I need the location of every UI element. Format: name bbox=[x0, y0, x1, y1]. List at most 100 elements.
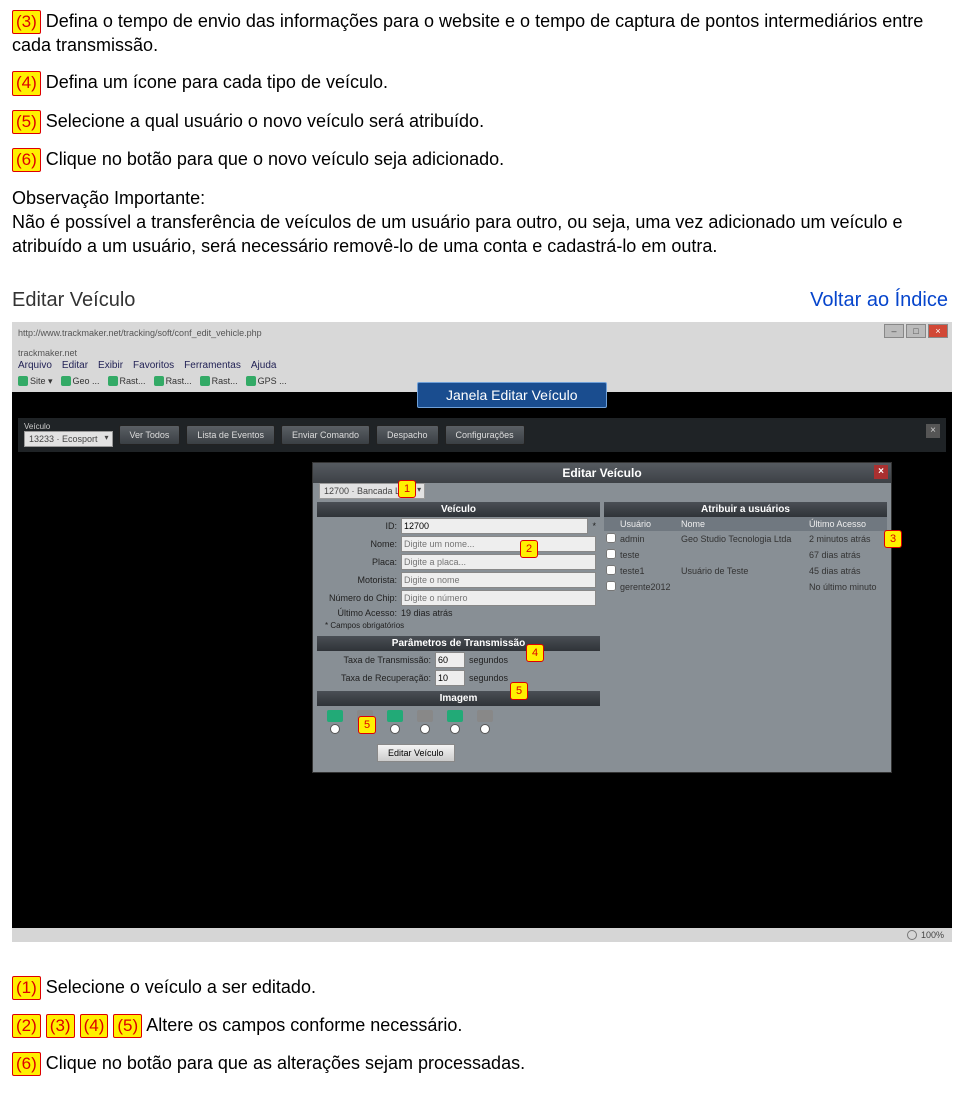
step-num: (2) bbox=[12, 1014, 41, 1038]
radio[interactable] bbox=[330, 724, 340, 734]
step-3: (3) Defina o tempo de envio das informaç… bbox=[12, 10, 948, 57]
browser-tab[interactable]: trackmaker.net bbox=[18, 344, 946, 358]
nome-input[interactable] bbox=[401, 536, 596, 552]
panel-title: Atribuir a usuários bbox=[604, 502, 887, 517]
back-to-index-link[interactable]: Voltar ao Índice bbox=[810, 289, 948, 312]
assign-users-panel: Atribuir a usuários Usuário Nome Último … bbox=[604, 502, 887, 770]
radio[interactable] bbox=[480, 724, 490, 734]
browser-status-bar: 100% bbox=[12, 928, 952, 942]
bookmark[interactable]: Site ▾ bbox=[18, 376, 53, 387]
observation: Observação Importante: Não é possível a … bbox=[12, 186, 948, 259]
bookmark[interactable]: Rast... bbox=[108, 376, 146, 386]
panel-title: Veículo bbox=[317, 502, 600, 517]
chip-input[interactable] bbox=[401, 590, 596, 606]
marker-3: 3 bbox=[884, 530, 902, 548]
bookmark[interactable]: Rast... bbox=[200, 376, 238, 386]
embedded-screenshot: – □ × http://www.trackmaker.net/tracking… bbox=[12, 322, 952, 942]
step-num: (3) bbox=[12, 10, 41, 34]
step-num: (4) bbox=[80, 1014, 109, 1038]
marker-5a: 5 bbox=[510, 682, 528, 700]
bookmark-icon bbox=[200, 376, 210, 386]
table-row: gerente2012No último minuto bbox=[604, 579, 887, 595]
user-checkbox[interactable] bbox=[606, 549, 616, 559]
bookmark[interactable]: Geo ... bbox=[61, 376, 100, 386]
marker-4: 4 bbox=[526, 644, 544, 662]
window-callout-label: Janela Editar Veículo bbox=[417, 382, 607, 408]
marker-1: 1 bbox=[398, 480, 416, 498]
user-checkbox[interactable] bbox=[606, 581, 616, 591]
menu-item[interactable]: Ajuda bbox=[251, 360, 277, 371]
step-5: (5) Selecione a qual usuário o novo veíc… bbox=[12, 110, 948, 134]
step-num: (5) bbox=[113, 1014, 142, 1038]
field-nome: Nome: bbox=[317, 535, 600, 553]
field-placa: Placa: bbox=[317, 553, 600, 571]
step-num: (6) bbox=[12, 148, 41, 172]
bookmark[interactable]: Rast... bbox=[154, 376, 192, 386]
step-num: (1) bbox=[12, 976, 41, 1000]
toolbar-button[interactable]: Ver Todos bbox=[119, 425, 181, 445]
field-taxa-tx: Taxa de Transmissão:segundos bbox=[317, 651, 600, 669]
bstep-1: (1) Selecione o veículo a ser editado. bbox=[12, 976, 948, 1000]
table-row: teste67 dias atrás bbox=[604, 547, 887, 563]
step-text: Defina um ícone para cada tipo de veícul… bbox=[41, 72, 388, 92]
panel-title: Parâmetros de Transmissão bbox=[317, 636, 600, 651]
user-checkbox[interactable] bbox=[606, 565, 616, 575]
vehicle-dropdown[interactable]: 13233 · Ecosport bbox=[24, 431, 113, 447]
maximize-icon[interactable]: □ bbox=[906, 324, 926, 338]
field-ultimo-acesso: Último Acesso:19 dias atrás bbox=[317, 607, 600, 619]
step-text: Altere os campos conforme necessário. bbox=[146, 1015, 462, 1035]
menu-item[interactable]: Editar bbox=[62, 360, 88, 371]
bstep-2: (2) (3) (4) (5) Altere os campos conform… bbox=[12, 1014, 948, 1038]
section-title: Editar Veículo bbox=[12, 289, 135, 312]
menu-item[interactable]: Ferramentas bbox=[184, 360, 241, 371]
toolbar-button[interactable]: Enviar Comando bbox=[281, 425, 370, 445]
required-note: * Campos obrigatórios bbox=[317, 619, 600, 632]
table-row: adminGeo Studio Tecnologia Ltda2 minutos… bbox=[604, 531, 887, 547]
radio[interactable] bbox=[390, 724, 400, 734]
step-text: Selecione a qual usuário o novo veículo … bbox=[41, 111, 484, 131]
panel-title: Imagem bbox=[317, 691, 600, 706]
car-icon bbox=[387, 710, 403, 722]
menu-item[interactable]: Favoritos bbox=[133, 360, 174, 371]
close-icon[interactable]: × bbox=[926, 424, 940, 438]
close-icon[interactable]: × bbox=[874, 465, 888, 479]
edit-vehicle-button[interactable]: Editar Veículo bbox=[377, 744, 455, 762]
users-table: Usuário Nome Último Acesso adminGeo Stud… bbox=[604, 517, 887, 595]
car-icon bbox=[327, 710, 343, 722]
user-checkbox[interactable] bbox=[606, 533, 616, 543]
table-header: Usuário Nome Último Acesso bbox=[604, 517, 887, 531]
marker-2: 2 bbox=[520, 540, 538, 558]
step-text: Selecione o veículo a ser editado. bbox=[41, 977, 316, 997]
id-input[interactable] bbox=[401, 518, 588, 534]
bookmark-icon bbox=[246, 376, 256, 386]
section-header: Editar Veículo Voltar ao Índice bbox=[12, 289, 948, 312]
radio[interactable] bbox=[420, 724, 430, 734]
step-text: Defina o tempo de envio das informações … bbox=[12, 11, 923, 55]
tx-input[interactable] bbox=[435, 652, 465, 668]
app-toolbar: Veículo 13233 · Ecosport Ver Todos Lista… bbox=[18, 418, 946, 452]
minimize-icon[interactable]: – bbox=[884, 324, 904, 338]
menu-item[interactable]: Arquivo bbox=[18, 360, 52, 371]
toolbar-button[interactable]: Lista de Eventos bbox=[186, 425, 275, 445]
window-buttons: – □ × bbox=[884, 324, 948, 338]
motorista-input[interactable] bbox=[401, 572, 596, 588]
placa-input[interactable] bbox=[401, 554, 596, 570]
toolbar-button[interactable]: Configurações bbox=[445, 425, 525, 445]
bus-icon bbox=[477, 710, 493, 722]
field-taxa-rx: Taxa de Recuperação:segundos bbox=[317, 669, 600, 687]
close-icon[interactable]: × bbox=[928, 324, 948, 338]
rx-input[interactable] bbox=[435, 670, 465, 686]
bookmark-icon bbox=[18, 376, 28, 386]
menu-item[interactable]: Exibir bbox=[98, 360, 123, 371]
observation-body: Não é possível a transferência de veícul… bbox=[12, 210, 948, 259]
field-motorista: Motorista: bbox=[317, 571, 600, 589]
address-bar[interactable]: http://www.trackmaker.net/tracking/soft/… bbox=[18, 328, 946, 338]
bookmark-icon bbox=[154, 376, 164, 386]
bstep-3: (6) Clique no botão para que as alteraçõ… bbox=[12, 1052, 948, 1076]
bookmark[interactable]: GPS ... bbox=[246, 376, 287, 386]
toolbar-button[interactable]: Despacho bbox=[376, 425, 439, 445]
table-row: teste1Usuário de Teste45 dias atrás bbox=[604, 563, 887, 579]
vehicle-dropdown-label: Veículo bbox=[24, 422, 111, 431]
browser-menu: Arquivo Editar Exibir Favoritos Ferramen… bbox=[18, 360, 946, 371]
radio[interactable] bbox=[450, 724, 460, 734]
